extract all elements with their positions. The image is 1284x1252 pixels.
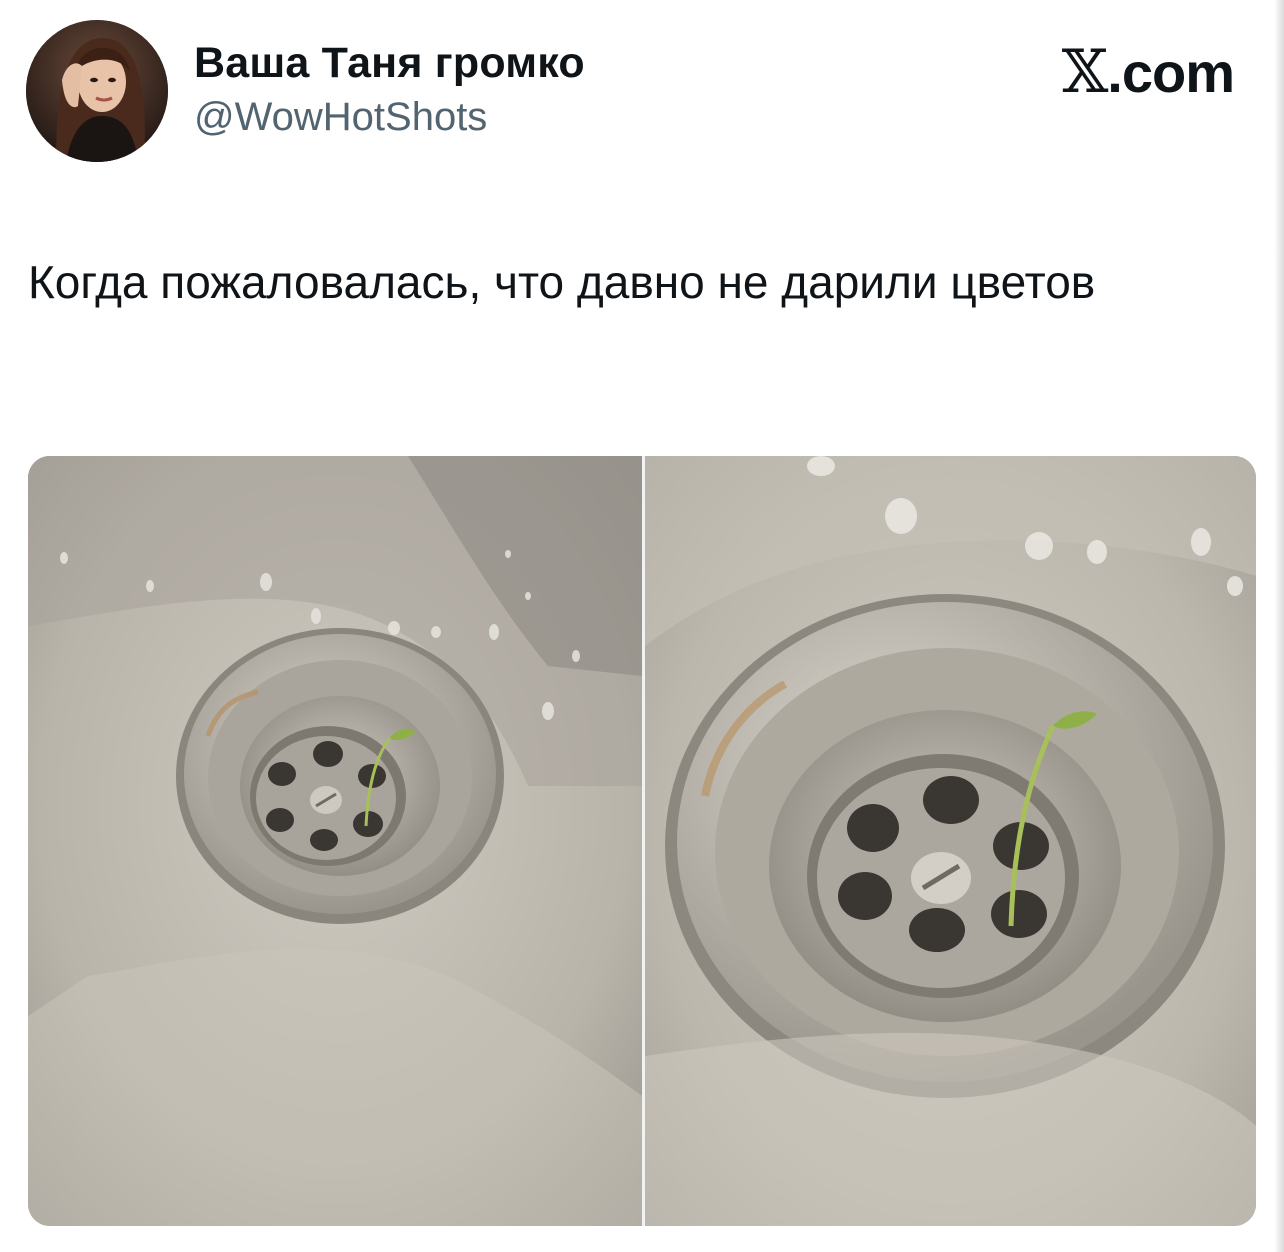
author-block[interactable]: Ваша Таня громко @WowHotShots [194,38,585,140]
tweet-media[interactable] [28,456,1256,1226]
brand-watermark: 𝕏.com [1062,41,1235,104]
screen-edge-shadow [1274,0,1284,1252]
tweet-header: Ваша Таня громко @WowHotShots 𝕏.com [26,20,1246,165]
tweet-text: Когда пожаловалась, что давно не дарили … [28,256,1096,308]
avatar[interactable] [26,20,168,162]
media-image-right[interactable] [645,456,1256,1226]
author-display-name[interactable]: Ваша Таня громко [194,38,585,88]
brand-domain-suffix: .com [1107,41,1235,104]
x-logo-icon: 𝕏 [1061,37,1109,107]
author-handle[interactable]: @WowHotShots [194,94,585,140]
avatar-portrait-icon [26,20,168,162]
media-image-left[interactable] [28,456,642,1226]
